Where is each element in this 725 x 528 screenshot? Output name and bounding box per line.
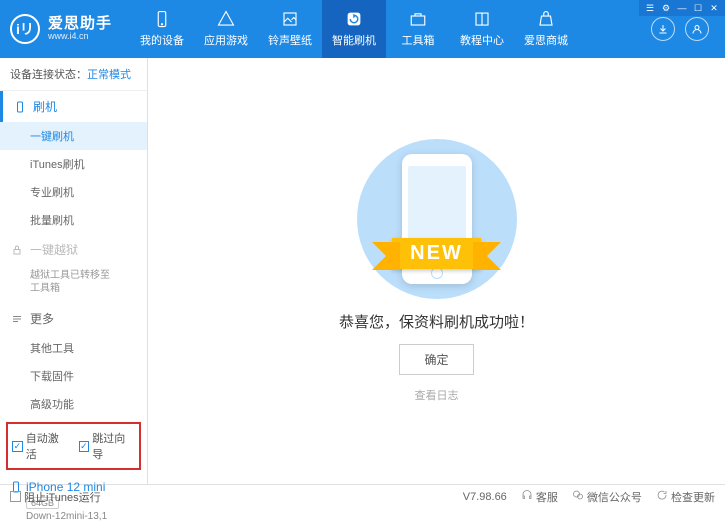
- options-highlight-box: ✓ 自动激活 ✓ 跳过向导: [6, 422, 141, 470]
- nav-ringtones[interactable]: 铃声壁纸: [258, 0, 322, 58]
- nav-store[interactable]: 爱思商城: [514, 0, 578, 58]
- checkmark-icon: ✓: [79, 441, 90, 452]
- sidebar-item-other-tools[interactable]: 其他工具: [0, 334, 147, 362]
- jailbreak-note: 越狱工具已转移至 工具箱: [0, 265, 147, 303]
- store-icon: [537, 10, 555, 28]
- logo-icon: iリ: [10, 14, 40, 44]
- main-content: NEW 恭喜您，保资料刷机成功啦！ 确定 查看日志: [148, 58, 725, 484]
- version-label: V7.98.66: [463, 491, 507, 503]
- sidebar-item-download-firmware[interactable]: 下载固件: [0, 362, 147, 390]
- success-illustration: NEW: [337, 139, 537, 299]
- download-icon: [657, 23, 669, 35]
- sidebar-item-itunes-flash[interactable]: iTunes刷机: [0, 150, 147, 178]
- user-icon: [691, 23, 703, 35]
- lock-icon: [10, 243, 24, 257]
- nav-smart-flash[interactable]: 智能刷机: [322, 0, 386, 58]
- header-actions: [651, 17, 715, 41]
- apps-icon: [217, 10, 235, 28]
- maximize-button[interactable]: ☐: [691, 2, 705, 14]
- flash-icon: [345, 10, 363, 28]
- nav-my-device[interactable]: 我的设备: [130, 0, 194, 58]
- nav-apps-games[interactable]: 应用游戏: [194, 0, 258, 58]
- main-nav: 我的设备 应用游戏 铃声壁纸 智能刷机 工具箱 教程中心 爱思商城: [130, 0, 651, 58]
- support-link[interactable]: 客服: [521, 489, 558, 505]
- checkmark-icon: ✓: [12, 441, 23, 452]
- app-url: www.i4.cn: [48, 32, 112, 42]
- check-update-link[interactable]: 检查更新: [656, 489, 715, 505]
- more-icon: [10, 312, 24, 326]
- headset-icon: [521, 489, 533, 501]
- toolbox-icon: [409, 10, 427, 28]
- wechat-link[interactable]: 微信公众号: [572, 489, 642, 505]
- connection-status: 设备连接状态：正常模式: [0, 58, 147, 91]
- checkbox-auto-activate[interactable]: ✓ 自动激活: [12, 430, 69, 462]
- sidebar: 设备连接状态：正常模式 刷机 一键刷机 iTunes刷机 专业刷机 批量刷机 一…: [0, 58, 148, 484]
- phone-icon: [153, 10, 171, 28]
- sidebar-section-flash[interactable]: 刷机: [0, 91, 147, 122]
- menu-button[interactable]: ☰: [643, 2, 657, 14]
- sidebar-item-pro-flash[interactable]: 专业刷机: [0, 178, 147, 206]
- new-ribbon: NEW: [392, 238, 481, 269]
- checkbox-empty-icon: [10, 491, 21, 502]
- minimize-button[interactable]: —: [675, 2, 689, 14]
- settings-button[interactable]: ⚙: [659, 2, 673, 14]
- account-button[interactable]: [685, 17, 709, 41]
- nav-tutorials[interactable]: 教程中心: [450, 0, 514, 58]
- checkbox-block-itunes[interactable]: 阻止iTunes运行: [10, 489, 101, 505]
- app-logo: iリ 爱思助手 www.i4.cn: [10, 14, 130, 44]
- phone-small-icon: [13, 100, 27, 114]
- sidebar-section-jailbreak[interactable]: 一键越狱: [0, 234, 147, 265]
- sidebar-item-advanced[interactable]: 高级功能: [0, 390, 147, 418]
- app-header: iリ 爱思助手 www.i4.cn 我的设备 应用游戏 铃声壁纸 智能刷机 工具…: [0, 0, 725, 58]
- wallpaper-icon: [281, 10, 299, 28]
- device-firmware: Down-12mini-13,1: [26, 511, 137, 522]
- refresh-icon: [656, 489, 668, 501]
- sidebar-item-batch-flash[interactable]: 批量刷机: [0, 206, 147, 234]
- ok-button[interactable]: 确定: [399, 344, 473, 375]
- sidebar-item-oneclick-flash[interactable]: 一键刷机: [0, 122, 147, 150]
- close-button[interactable]: ✕: [707, 2, 721, 14]
- wechat-icon: [572, 489, 584, 501]
- sidebar-section-more[interactable]: 更多: [0, 303, 147, 334]
- app-title: 爱思助手: [48, 16, 112, 33]
- book-icon: [473, 10, 491, 28]
- checkbox-skip-guide[interactable]: ✓ 跳过向导: [79, 430, 136, 462]
- view-log-link[interactable]: 查看日志: [415, 387, 459, 403]
- window-titlebar: ☰ ⚙ — ☐ ✕: [639, 0, 725, 16]
- download-button[interactable]: [651, 17, 675, 41]
- success-message: 恭喜您，保资料刷机成功啦！: [339, 311, 534, 332]
- nav-toolbox[interactable]: 工具箱: [386, 0, 450, 58]
